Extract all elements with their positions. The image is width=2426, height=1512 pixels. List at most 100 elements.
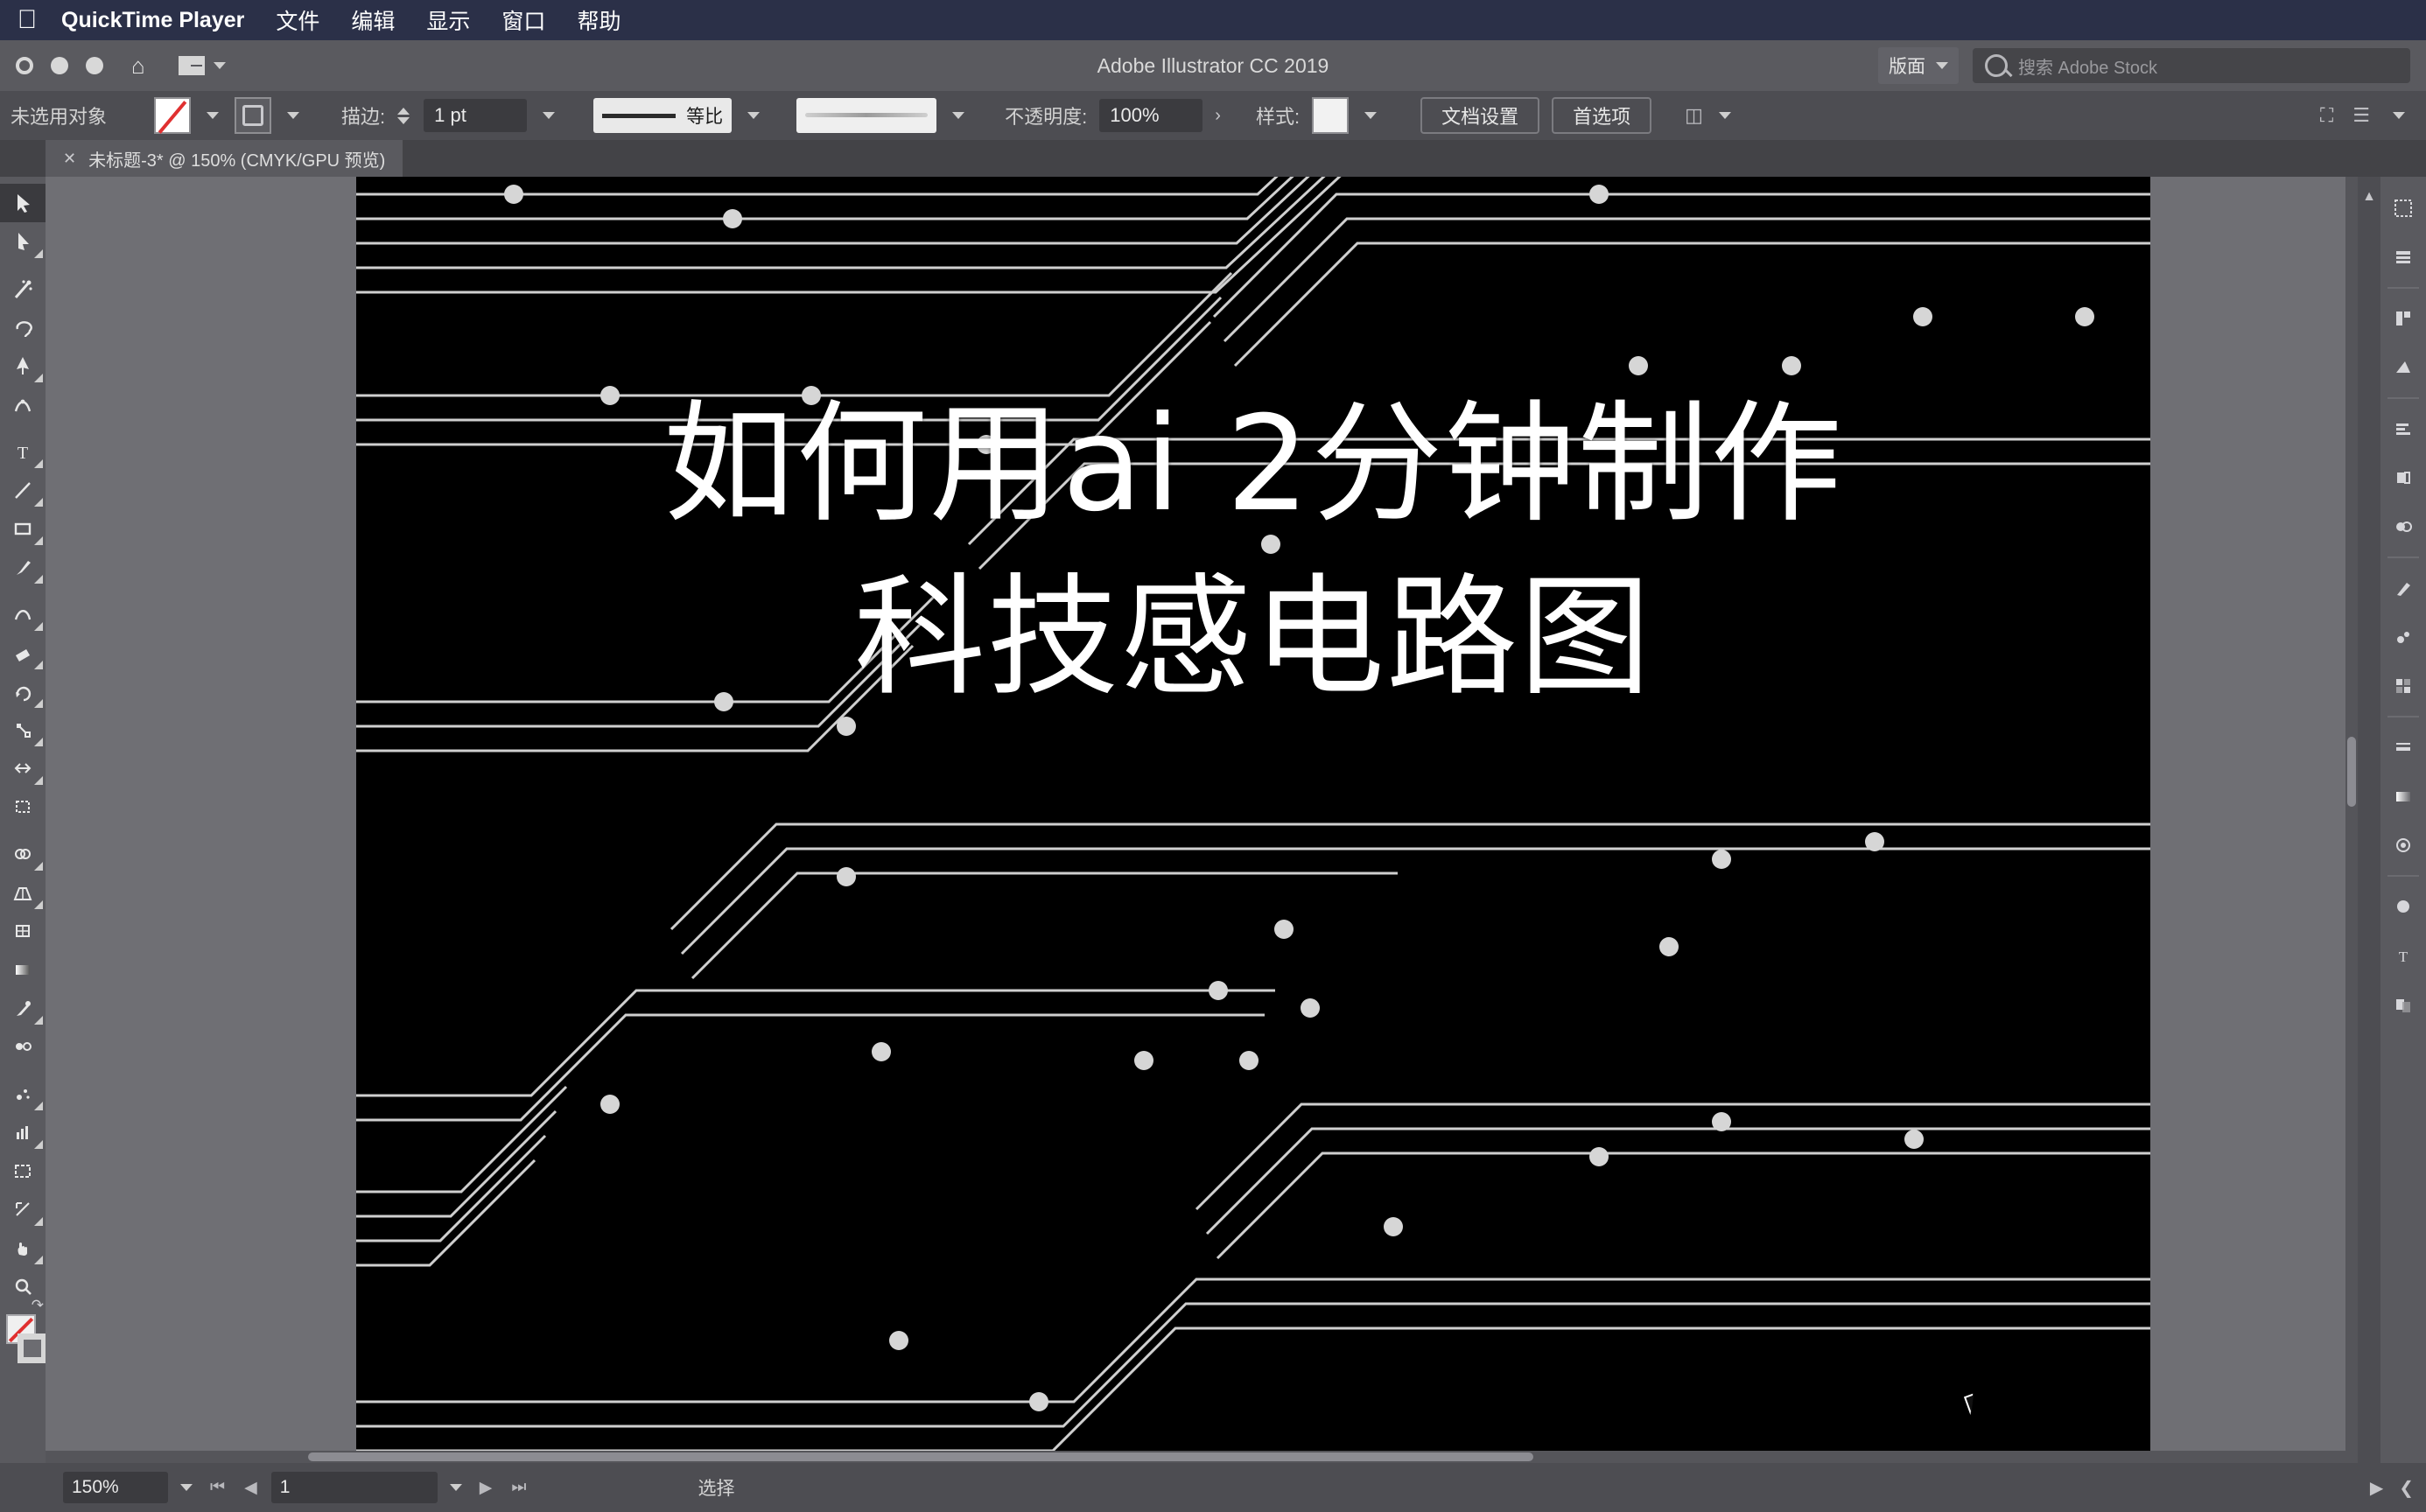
prev-page-icon[interactable]: ◀ [239, 1478, 263, 1498]
minimize-window-button[interactable] [51, 57, 68, 74]
magic-wand-tool[interactable] [0, 270, 46, 308]
chevron-down-icon[interactable] [207, 112, 220, 119]
vertical-scrollbar[interactable] [2345, 177, 2358, 1463]
curvature-tool[interactable] [0, 385, 46, 424]
layers-panel-icon[interactable] [2380, 233, 2426, 282]
zoom-level-input[interactable]: 150% [63, 1472, 168, 1503]
panel-options-icon[interactable]: ☰ [2352, 104, 2370, 127]
direct-selection-tool[interactable] [0, 222, 46, 261]
chevron-down-icon[interactable] [1718, 112, 1731, 119]
paintbrush-tool[interactable] [0, 548, 46, 586]
pathfinder-panel-icon[interactable] [2380, 502, 2426, 551]
stroke-width-stepper[interactable] [397, 107, 410, 124]
collapse-panels-icon[interactable]: ▲ [2358, 177, 2380, 205]
opacity-input[interactable]: 100% [1099, 99, 1203, 132]
hand-tool[interactable] [0, 1228, 46, 1267]
brushes-panel-icon[interactable] [2380, 564, 2426, 612]
column-graph-tool[interactable] [0, 1113, 46, 1152]
canvas-area[interactable]: 如何用ai 2分钟制作 科技感电路图 [46, 177, 2358, 1463]
layout-switcher-button[interactable]: 版面 [1878, 47, 1959, 84]
appearance-panel-icon[interactable] [2380, 821, 2426, 870]
preferences-button[interactable]: 首选项 [1552, 97, 1652, 134]
apple-logo-icon[interactable]:  [16, 7, 39, 33]
shape-builder-tool[interactable] [0, 835, 46, 873]
menu-app-name[interactable]: QuickTime Player [61, 8, 244, 33]
chevron-down-icon[interactable] [180, 1484, 193, 1491]
rectangle-tool[interactable] [0, 509, 46, 548]
variable-width-profile[interactable]: 等比 [593, 98, 733, 133]
slice-tool[interactable] [0, 1190, 46, 1228]
stroke-color-swatch[interactable] [235, 97, 272, 134]
chevron-down-icon[interactable] [747, 112, 761, 119]
horizontal-scrollbar[interactable] [46, 1451, 2345, 1463]
graphic-styles-panel-icon[interactable] [2380, 882, 2426, 931]
line-segment-tool[interactable] [0, 471, 46, 509]
mesh-tool[interactable] [0, 912, 46, 950]
menu-item-view[interactable]: 显示 [426, 4, 470, 36]
shaper-tool[interactable] [0, 595, 46, 634]
transparency-panel-icon[interactable] [2380, 980, 2426, 1029]
align-icon[interactable]: ◫ [1685, 104, 1703, 127]
pen-tool[interactable] [0, 346, 46, 385]
chevron-down-icon[interactable] [1364, 112, 1378, 119]
chevron-down-icon[interactable] [287, 112, 300, 119]
chevron-down-icon[interactable] [2393, 112, 2405, 119]
status-expand-icon[interactable]: ▶ [2370, 1477, 2383, 1499]
close-window-button[interactable] [16, 57, 33, 74]
stroke-swatch[interactable] [18, 1334, 47, 1363]
chevron-down-icon[interactable] [543, 112, 556, 119]
type-panel-icon[interactable]: T [2380, 931, 2426, 980]
fill-color-swatch[interactable] [154, 97, 192, 134]
scale-tool[interactable] [0, 710, 46, 749]
first-page-icon[interactable]: ⏮ [205, 1478, 230, 1497]
stroke-panel-icon[interactable] [2380, 723, 2426, 772]
close-icon[interactable]: ✕ [63, 150, 76, 168]
last-page-icon[interactable]: ⏭ [506, 1478, 531, 1497]
menu-item-file[interactable]: 文件 [276, 4, 319, 36]
horizontal-scrollbar-thumb[interactable] [308, 1452, 1533, 1461]
chevron-down-icon[interactable] [952, 112, 965, 119]
next-page-icon[interactable]: ▶ [474, 1478, 498, 1498]
symbols-panel-icon[interactable] [2380, 612, 2426, 662]
artboard[interactable]: 如何用ai 2分钟制作 科技感电路图 [356, 177, 2150, 1463]
blend-tool[interactable] [0, 1027, 46, 1066]
page-number-input[interactable]: 1 [270, 1472, 438, 1503]
chevron-down-icon[interactable] [449, 1484, 462, 1491]
type-tool[interactable]: T [0, 432, 46, 471]
lasso-tool[interactable] [0, 308, 46, 346]
maximize-window-button[interactable] [86, 57, 103, 74]
libraries-panel-icon[interactable] [2380, 294, 2426, 343]
fit-screen-icon[interactable]: ⛶ [2320, 104, 2333, 127]
home-icon[interactable]: ⌂ [131, 52, 145, 80]
status-collapse-icon[interactable]: ❮ [2399, 1477, 2414, 1499]
document-setup-button[interactable]: 文档设置 [1420, 97, 1540, 134]
width-tool[interactable] [0, 749, 46, 788]
selection-tool[interactable] [0, 184, 46, 222]
brush-definition-swatch[interactable] [796, 98, 937, 133]
menu-item-edit[interactable]: 编辑 [351, 4, 395, 36]
color-panel-icon[interactable] [2380, 343, 2426, 392]
perspective-grid-tool[interactable] [0, 873, 46, 912]
properties-panel-icon[interactable] [2380, 184, 2426, 233]
adobe-stock-search[interactable]: 搜索 Adobe Stock [1973, 48, 2410, 83]
vertical-scrollbar-thumb[interactable] [2347, 737, 2356, 807]
rotate-tool[interactable] [0, 672, 46, 710]
artboard-tool[interactable] [0, 1152, 46, 1190]
gradient-panel-icon[interactable] [2380, 772, 2426, 821]
opacity-expand-icon[interactable]: › [1215, 106, 1221, 126]
panel-collapse-strip[interactable]: ▲ [2358, 177, 2380, 1489]
stroke-width-input[interactable]: 1 pt [424, 99, 528, 132]
symbol-sprayer-tool[interactable] [0, 1074, 46, 1113]
eyedropper-tool[interactable] [0, 989, 46, 1027]
swap-fill-stroke-icon[interactable]: ↷ [32, 1297, 44, 1314]
swatches-panel-icon[interactable] [2380, 662, 2426, 710]
menu-item-window[interactable]: 窗口 [501, 4, 545, 36]
arrange-documents-button[interactable] [178, 56, 226, 75]
eraser-tool[interactable] [0, 634, 46, 672]
graphic-style-swatch[interactable] [1312, 97, 1350, 134]
document-tab[interactable]: ✕ 未标题-3* @ 150% (CMYK/GPU 预览) [46, 140, 403, 177]
free-transform-tool[interactable] [0, 788, 46, 826]
align-panel-icon[interactable] [2380, 404, 2426, 453]
transform-panel-icon[interactable] [2380, 453, 2426, 502]
menu-item-help[interactable]: 帮助 [577, 4, 621, 36]
